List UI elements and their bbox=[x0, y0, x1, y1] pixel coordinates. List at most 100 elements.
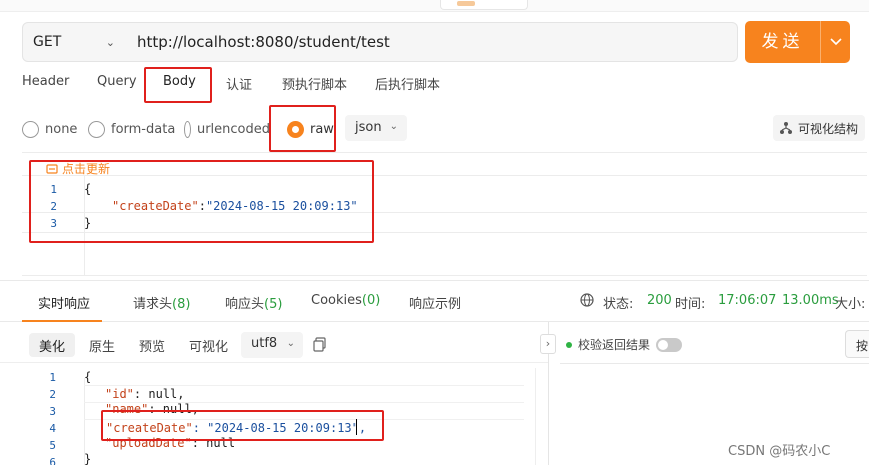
radio-label: raw bbox=[310, 121, 334, 137]
radio-form-data[interactable]: form-data bbox=[88, 119, 175, 139]
verify-label: 校验返回结果 bbox=[578, 338, 651, 352]
radio-circle bbox=[22, 120, 39, 138]
tab-cookies[interactable]: Cookies(0) bbox=[311, 293, 380, 308]
line-number: 4 bbox=[49, 422, 56, 435]
line-number: 3 bbox=[50, 217, 57, 230]
chevron-right-icon: › bbox=[545, 337, 551, 350]
tab-body[interactable]: Body bbox=[163, 74, 196, 89]
status-bar bbox=[580, 293, 594, 309]
code-line: "name": null, bbox=[105, 402, 199, 416]
tab-label: 请求头 bbox=[133, 297, 173, 312]
time-value: 17:06:07 bbox=[718, 293, 777, 308]
watermark: CSDN @码农小C bbox=[728, 444, 831, 459]
chevron-down-icon: ⌄ bbox=[389, 121, 398, 132]
format-visualize-button[interactable]: 可视化 bbox=[179, 333, 238, 357]
format-preview-button[interactable]: 预览 bbox=[129, 333, 175, 357]
editor-divider bbox=[22, 175, 867, 176]
status-label: 状态: bbox=[603, 297, 634, 312]
tab-auth[interactable]: 认证 bbox=[226, 74, 252, 93]
duration-value: 13.00ms bbox=[782, 293, 839, 308]
tab-post-script[interactable]: 后执行脚本 bbox=[375, 74, 440, 93]
collapse-panel-button[interactable]: › bbox=[540, 334, 556, 354]
count-badge: (0) bbox=[361, 293, 381, 308]
text-cursor bbox=[356, 419, 357, 435]
radio-none[interactable]: none bbox=[22, 119, 77, 139]
radio-circle bbox=[184, 120, 191, 138]
code-line: "id": null, bbox=[105, 387, 184, 401]
verify-response-toggle-row[interactable]: 校验返回结果 bbox=[566, 336, 683, 353]
tab-response-example[interactable]: 响应示例 bbox=[409, 293, 461, 312]
size-label: 大小: bbox=[835, 297, 866, 312]
update-link[interactable]: 点击更新 bbox=[46, 160, 110, 177]
tab-header[interactable]: Header bbox=[22, 74, 69, 89]
code-line: { bbox=[84, 370, 92, 384]
json-key: "name" bbox=[105, 402, 149, 416]
radio-label: urlencoded bbox=[196, 121, 270, 137]
code-line: "createDate": "2024-08-15 20:09:13", bbox=[106, 421, 366, 435]
radio-label: form-data bbox=[111, 121, 176, 137]
code-line: } bbox=[84, 452, 92, 465]
format-raw-button[interactable]: 原生 bbox=[79, 333, 125, 357]
code-line: "createDate":"2024-08-15 20:09:13" bbox=[112, 199, 358, 213]
line-number: 5 bbox=[49, 439, 56, 452]
tab-query[interactable]: Query bbox=[97, 74, 137, 89]
body-format-value: json bbox=[355, 120, 382, 135]
tab-realtime-response[interactable]: 实时响应 bbox=[38, 293, 90, 312]
request-body-editor[interactable] bbox=[22, 152, 867, 276]
code-line: "uploadDate": null bbox=[105, 436, 235, 450]
tree-structure-icon bbox=[780, 122, 792, 134]
encoding-value: utf8 bbox=[251, 336, 278, 351]
method-select[interactable]: GET ⌄ bbox=[22, 22, 128, 62]
json-separator: : bbox=[198, 199, 206, 213]
radio-raw[interactable]: raw bbox=[287, 119, 334, 139]
truncated-button[interactable]: 按 bbox=[845, 330, 869, 358]
chevron-down-icon: ⌄ bbox=[105, 36, 115, 49]
tab-method-badge bbox=[457, 1, 475, 6]
url-input[interactable]: http://localhost:8080/student/test bbox=[127, 22, 738, 62]
top-tab[interactable] bbox=[440, 0, 528, 10]
json-key: "uploadDate" bbox=[105, 436, 192, 450]
time-label: 时间: bbox=[675, 297, 706, 312]
json-value: : null, bbox=[133, 387, 185, 401]
scrollbar[interactable] bbox=[535, 368, 547, 465]
count-badge: (8) bbox=[172, 297, 191, 312]
status-code: 200 bbox=[647, 293, 672, 308]
json-value: : "2024-08-15 20:09:13", bbox=[192, 421, 367, 435]
line-number: 6 bbox=[49, 456, 56, 465]
method-value: GET bbox=[33, 34, 62, 50]
line-number: 1 bbox=[49, 371, 56, 384]
send-dropdown-button[interactable] bbox=[820, 21, 850, 63]
line-number: 1 bbox=[50, 183, 57, 196]
editor-divider bbox=[22, 232, 867, 233]
radio-circle-selected bbox=[287, 120, 304, 138]
status-dot bbox=[566, 341, 572, 348]
visualize-structure-button[interactable]: 可视化结构 bbox=[773, 115, 865, 141]
verify-toggle[interactable] bbox=[656, 337, 683, 352]
chevron-down-icon: ⌄ bbox=[286, 338, 295, 349]
tab-response-headers[interactable]: 响应头(5) bbox=[225, 293, 282, 312]
line-number: 2 bbox=[49, 388, 56, 401]
line-number: 2 bbox=[50, 200, 57, 213]
tab-pre-script[interactable]: 预执行脚本 bbox=[282, 74, 347, 93]
globe-icon bbox=[580, 293, 594, 307]
tab-label: 响应头 bbox=[225, 297, 265, 312]
encoding-select[interactable]: utf8 ⌄ bbox=[241, 332, 303, 358]
count-badge: (5) bbox=[264, 297, 283, 312]
tab-request-headers[interactable]: 请求头(8) bbox=[133, 293, 190, 312]
response-divider bbox=[0, 362, 548, 363]
editor-divider bbox=[22, 275, 867, 276]
code-line: } bbox=[84, 216, 92, 230]
top-tab-strip bbox=[0, 0, 869, 12]
send-button[interactable]: 发送 bbox=[745, 21, 820, 63]
json-value: : null, bbox=[148, 402, 199, 416]
copy-icon[interactable] bbox=[313, 337, 327, 356]
body-format-select[interactable]: json ⌄ bbox=[345, 115, 407, 141]
json-key: "id" bbox=[105, 387, 134, 401]
radio-circle bbox=[88, 120, 105, 138]
format-pretty-button[interactable]: 美化 bbox=[29, 333, 76, 357]
radio-urlencoded[interactable]: urlencoded bbox=[184, 119, 270, 139]
code-row-line bbox=[84, 419, 524, 420]
chevron-down-icon bbox=[829, 38, 842, 46]
code-row-line bbox=[84, 385, 524, 386]
radio-label: none bbox=[45, 121, 78, 137]
